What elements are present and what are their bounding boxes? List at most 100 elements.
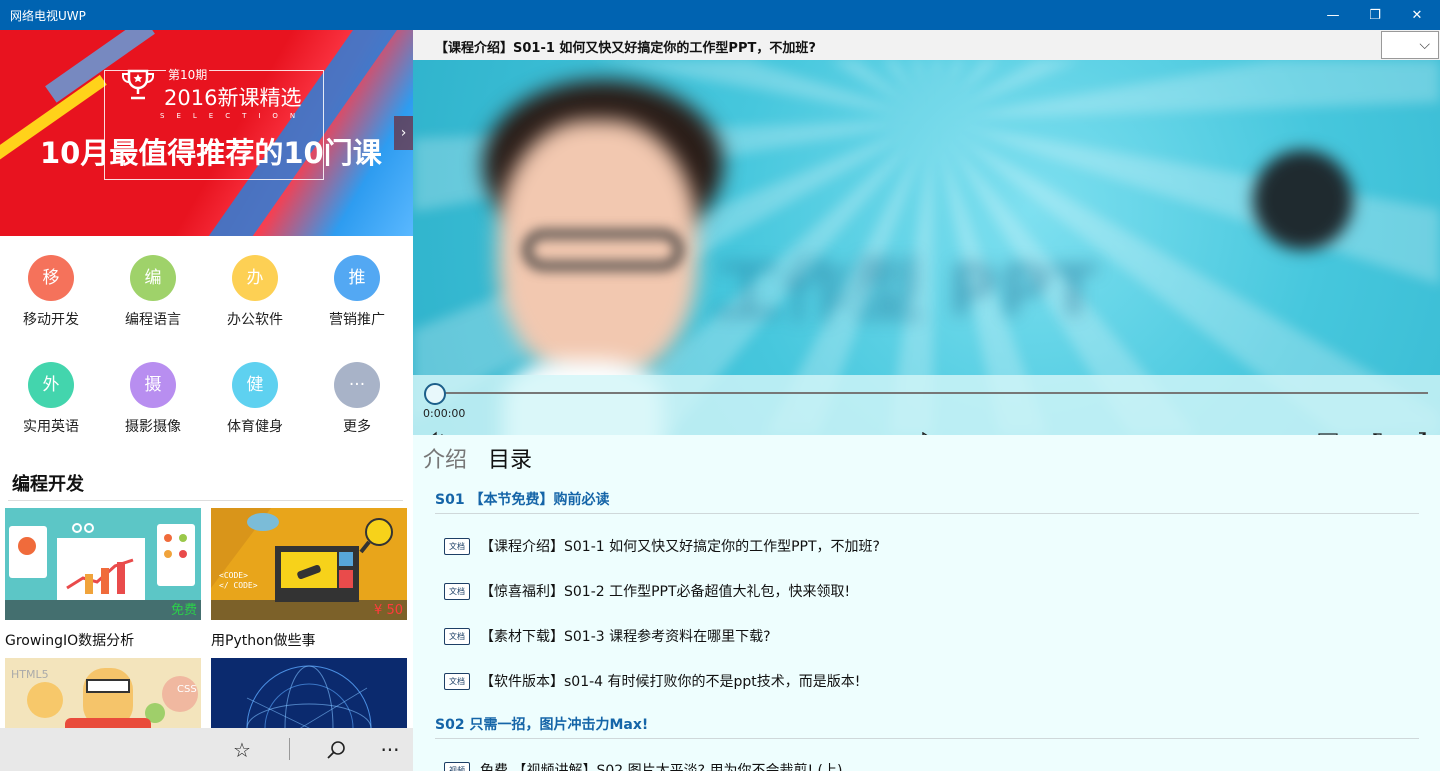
minimize-icon: — — [1326, 7, 1340, 23]
category-label: 编程语言 — [125, 312, 181, 328]
favorite-button[interactable]: ☆ — [222, 736, 262, 764]
aspect-ratio-icon — [1318, 433, 1338, 435]
category-label: 更多 — [343, 419, 371, 435]
category-icon: 编 — [130, 255, 176, 301]
banner-headline: 10月最值得推荐的10门课 — [40, 136, 382, 170]
maximize-button[interactable]: ❐ — [1352, 0, 1398, 30]
lesson-title: 【软件版本】s01-4 有时候打败你的不是ppt技术，而是版本! — [480, 674, 861, 690]
document-icon: 文档 — [444, 582, 470, 600]
video-player[interactable]: 工作型 PPT 0:00:00 — [413, 60, 1440, 435]
document-icon: 文档 — [444, 627, 470, 645]
category-label: 办公软件 — [227, 312, 283, 328]
document-icon: 文档 — [444, 537, 470, 555]
code-close-art: </ CODE> — [219, 581, 258, 590]
banner-year: 2016新课精选 — [164, 86, 302, 110]
category-label: 移动开发 — [23, 312, 79, 328]
tab-catalog[interactable]: 目录 — [488, 442, 532, 474]
more-button[interactable]: ··· — [370, 736, 410, 764]
search-icon — [327, 741, 345, 759]
lesson-item[interactable]: 文档 【课程介绍】S01-1 如何又快又好搞定你的工作型PPT，不加班? — [444, 534, 880, 558]
lesson-item[interactable]: 视频 免费 【视频讲解】S02 图片太平淡? 用为你不会裁剪! (上) — [444, 758, 842, 771]
chevron-down-icon: ⌵ — [1419, 37, 1430, 53]
course-thumbnail: 免费 — [5, 508, 201, 620]
divider — [435, 738, 1419, 739]
fullscreen-button[interactable] — [1405, 427, 1431, 435]
app-title: 网络电视UWP — [10, 9, 86, 23]
category-english[interactable]: 外 实用英语 — [1, 362, 101, 436]
course-price: 免费 — [170, 603, 197, 618]
category-photography[interactable]: 摄 摄影摄像 — [103, 362, 203, 436]
bottom-app-bar: ☆ ··· — [0, 728, 413, 771]
left-pane: 第10期 2016新课精选 SELECTION 10月最值得推荐的10门课 › … — [0, 30, 413, 771]
chevron-right-icon: › — [400, 125, 407, 141]
document-icon: 文档 — [444, 672, 470, 690]
video-frame-blurred-text: 工作型 PPT — [713, 250, 1098, 332]
seek-thumb[interactable] — [424, 383, 446, 405]
code-open-art: <CODE> — [219, 571, 248, 580]
promo-banner[interactable]: 第10期 2016新课精选 SELECTION 10月最值得推荐的10门课 › — [0, 30, 413, 236]
css-art: CSS — [177, 684, 197, 695]
elapsed-time: 0:00:00 — [423, 407, 466, 420]
cast-button[interactable] — [1359, 427, 1385, 435]
video-header: 【课程介绍】S01-1 如何又快又好搞定你的工作型PPT，不加班? ⌵ — [413, 30, 1440, 60]
category-marketing[interactable]: 推 营销推广 — [307, 255, 407, 329]
course-card[interactable]: 免费 GrowingIO数据分析 — [5, 508, 201, 650]
lesson-title: 免费 【视频讲解】S02 图片太平淡? 用为你不会裁剪! (上) — [480, 763, 843, 771]
restore-icon: ❐ — [1369, 7, 1381, 23]
category-icon: 健 — [232, 362, 278, 408]
course-thumbnail: <CODE> </ CODE> ¥ 50 — [211, 508, 407, 620]
star-icon: ☆ — [233, 738, 251, 762]
category-office[interactable]: 办 办公软件 — [205, 255, 305, 329]
play-button[interactable] — [915, 427, 941, 435]
banner-issue: 第10期 — [166, 66, 210, 83]
category-label: 营销推广 — [329, 312, 385, 328]
category-icon: 移 — [28, 255, 74, 301]
category-programming[interactable]: 编 编程语言 — [103, 255, 203, 329]
chapter-title[interactable]: S02 只需一招，图片冲击力Max! — [435, 714, 648, 734]
chapter-title[interactable]: S01 【本节免费】购前必读 — [435, 489, 609, 509]
video-frame-presenter — [523, 230, 683, 270]
banner-next-button[interactable]: › — [394, 116, 413, 150]
category-mobile-dev[interactable]: 移 移动开发 — [1, 255, 101, 329]
category-fitness[interactable]: 健 体育健身 — [205, 362, 305, 436]
video-icon: 视频 — [444, 761, 470, 771]
close-icon: ✕ — [1411, 7, 1423, 23]
search-button[interactable] — [316, 736, 356, 764]
category-label: 实用英语 — [23, 419, 79, 435]
course-title: 用Python做些事 — [211, 633, 316, 649]
media-controls: 0:00:00 — [413, 375, 1440, 435]
divider — [289, 738, 290, 760]
divider — [435, 513, 1419, 514]
minimize-button[interactable]: — — [1310, 0, 1356, 30]
close-button[interactable]: ✕ — [1394, 0, 1440, 30]
banner-selection: SELECTION — [160, 112, 308, 120]
volume-button[interactable] — [423, 427, 449, 435]
course-card[interactable]: <CODE> </ CODE> ¥ 50 用Python做些事 — [211, 508, 407, 650]
video-dropdown[interactable]: ⌵ — [1381, 31, 1439, 59]
category-label: 体育健身 — [227, 419, 283, 435]
category-icon: 摄 — [130, 362, 176, 408]
section-title: 编程开发 — [12, 474, 84, 495]
category-more[interactable]: ··· 更多 — [307, 362, 407, 436]
aspect-ratio-button[interactable] — [1315, 427, 1341, 435]
category-icon: 办 — [232, 255, 278, 301]
title-bar: 网络电视UWP — ❐ ✕ — [0, 0, 1440, 30]
lesson-item[interactable]: 文档 【软件版本】s01-4 有时候打败你的不是ppt技术，而是版本! — [444, 669, 860, 693]
divider — [8, 500, 403, 501]
lesson-item[interactable]: 文档 【惊喜福利】S01-2 工作型PPT必备超值大礼包，快来领取! — [444, 579, 850, 603]
cast-icon — [1373, 433, 1382, 435]
play-icon — [922, 432, 928, 435]
category-icon: 外 — [28, 362, 74, 408]
trophy-icon — [118, 68, 158, 104]
seek-bar[interactable] — [435, 392, 1428, 394]
course-price: ¥ 50 — [374, 603, 403, 618]
volume-icon — [432, 431, 443, 435]
lesson-title: 【课程介绍】S01-1 如何又快又好搞定你的工作型PPT，不加班? — [480, 539, 880, 555]
tab-intro[interactable]: 介绍 — [423, 442, 467, 474]
more-icon: ··· — [380, 738, 400, 762]
more-icon: ··· — [334, 362, 380, 408]
course-title: GrowingIO数据分析 — [5, 633, 135, 649]
html5-art: HTML5 — [11, 668, 49, 681]
lesson-item[interactable]: 文档 【素材下载】S01-3 课程参考资料在哪里下载? — [444, 624, 771, 648]
lesson-title: 【素材下载】S01-3 课程参考资料在哪里下载? — [480, 629, 771, 645]
